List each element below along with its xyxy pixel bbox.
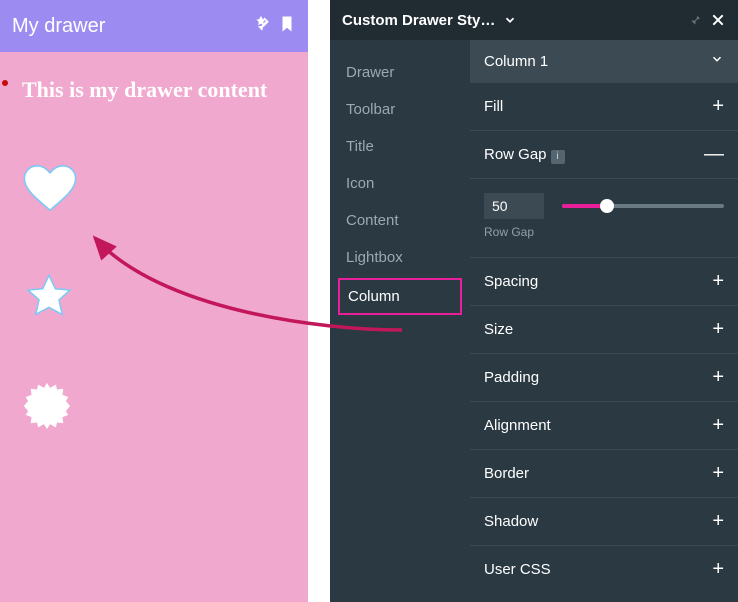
column-selector[interactable]: Column 1 — [470, 40, 738, 82]
chevron-down-icon[interactable] — [503, 13, 517, 27]
plus-icon: + — [712, 558, 724, 581]
section-usercss[interactable]: User CSS + — [470, 545, 738, 593]
panel-properties: Column 1 Fill + Row Gapi — — [470, 40, 738, 602]
rowgap-slider[interactable] — [562, 204, 724, 208]
section-label: Shadow — [484, 513, 538, 530]
nav-drawer[interactable]: Drawer — [330, 54, 470, 91]
section-padding[interactable]: Padding + — [470, 353, 738, 401]
section-spacing[interactable]: Spacing + — [470, 257, 738, 305]
section-label: Fill — [484, 98, 503, 115]
panel-title: Custom Drawer Sty… — [342, 12, 495, 29]
rowgap-control: Row Gap — [470, 178, 738, 257]
info-icon: i — [551, 150, 565, 164]
nav-title[interactable]: Title — [330, 128, 470, 165]
drawer-shapes — [22, 163, 286, 431]
slider-thumb[interactable] — [600, 199, 614, 213]
plus-icon: + — [712, 462, 724, 485]
section-label: Border — [484, 465, 529, 482]
burst-icon[interactable] — [22, 381, 286, 431]
chevron-down-icon — [710, 52, 724, 70]
plus-icon: + — [712, 414, 724, 437]
section-rowgap[interactable]: Row Gapi — — [470, 130, 738, 178]
drawer-body: This is my drawer content — [0, 52, 308, 455]
rowgap-input[interactable] — [484, 193, 544, 219]
nav-icon[interactable]: Icon — [330, 165, 470, 202]
panel-header: Custom Drawer Sty… — [330, 0, 738, 40]
plus-icon: + — [712, 366, 724, 389]
plus-icon: + — [712, 95, 724, 118]
section-label: Alignment — [484, 417, 551, 434]
nav-column[interactable]: Column — [338, 278, 462, 315]
style-panel: Custom Drawer Sty… Drawer Toolbar Title … — [330, 0, 738, 602]
selection-dot — [2, 80, 8, 86]
star-icon[interactable] — [22, 271, 286, 323]
plus-icon: + — [712, 510, 724, 533]
panel-nav: Drawer Toolbar Title Icon Content Lightb… — [330, 40, 470, 602]
nav-toolbar[interactable]: Toolbar — [330, 91, 470, 128]
section-label: Row Gapi — [484, 146, 565, 164]
nav-content[interactable]: Content — [330, 202, 470, 239]
section-border[interactable]: Border + — [470, 449, 738, 497]
section-alignment[interactable]: Alignment + — [470, 401, 738, 449]
drawer-title: My drawer — [12, 15, 244, 38]
nav-lightbox[interactable]: Lightbox — [330, 239, 470, 276]
plus-icon: + — [712, 270, 724, 293]
section-label: Size — [484, 321, 513, 338]
section-label: Padding — [484, 369, 539, 386]
plus-icon: + — [712, 318, 724, 341]
minus-icon: — — [704, 143, 724, 166]
bookmark-icon[interactable] — [278, 15, 296, 38]
drawer-preview: My drawer This is my drawer content — [0, 0, 308, 602]
rowgap-caption: Row Gap — [484, 225, 724, 239]
pin-icon[interactable] — [252, 15, 270, 38]
column-selector-label: Column 1 — [484, 53, 548, 70]
section-label: Spacing — [484, 273, 538, 290]
pin-panel-icon[interactable] — [686, 12, 702, 28]
section-shadow[interactable]: Shadow + — [470, 497, 738, 545]
close-icon[interactable] — [710, 12, 726, 28]
section-size[interactable]: Size + — [470, 305, 738, 353]
drawer-content-text: This is my drawer content — [22, 76, 286, 105]
section-label: User CSS — [484, 561, 551, 578]
drawer-header: My drawer — [0, 0, 308, 52]
section-fill[interactable]: Fill + — [470, 82, 738, 130]
heart-icon[interactable] — [22, 163, 286, 213]
